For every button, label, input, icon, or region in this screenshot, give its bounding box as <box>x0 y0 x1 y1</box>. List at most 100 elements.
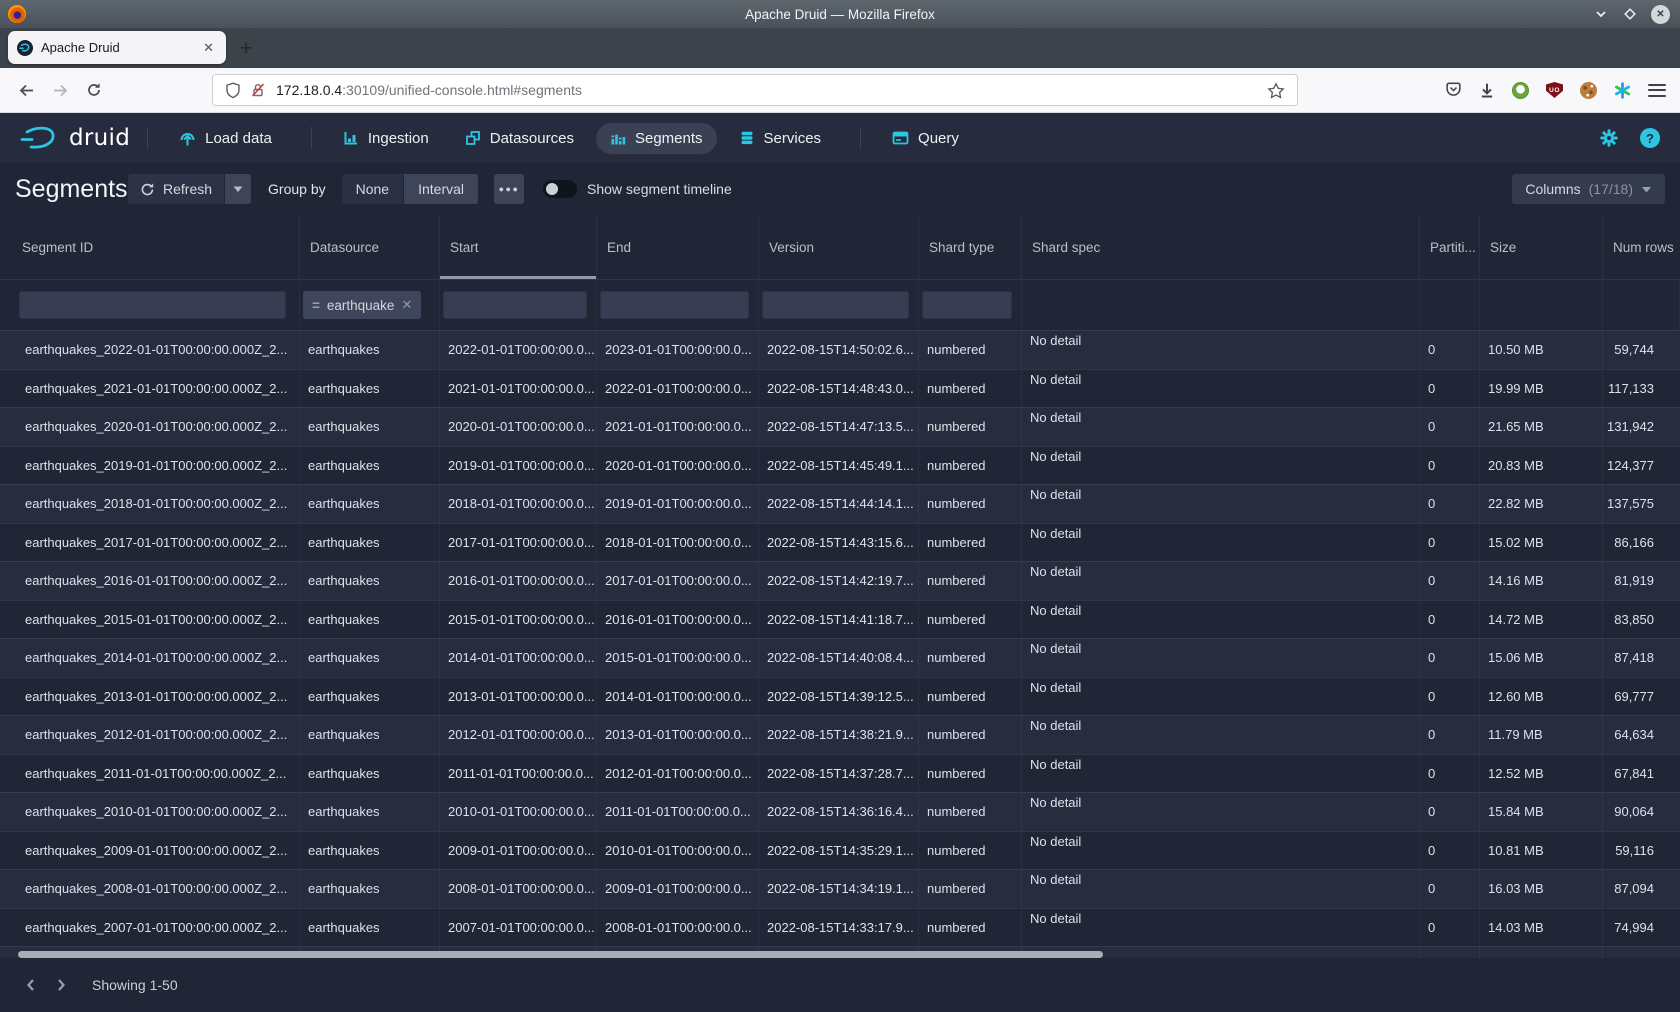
cell-segment-id[interactable]: earthquakes_2022-01-01T00:00:00.000Z_2..… <box>0 331 300 369</box>
nav-item-datasources[interactable]: Datasources <box>451 123 588 154</box>
cell-segment-id[interactable]: earthquakes_2008-01-01T00:00:00.000Z_2..… <box>0 870 300 908</box>
cell-end: 2012-01-01T00:00:00.0... <box>597 755 759 793</box>
nav-item-segments[interactable]: Segments <box>596 123 717 154</box>
remove-filter-icon[interactable]: ✕ <box>401 297 412 313</box>
cell-segment-id[interactable]: earthquakes_2017-01-01T00:00:00.000Z_2..… <box>0 524 300 562</box>
column-header-size[interactable]: Size <box>1480 215 1603 279</box>
refresh-dropdown-button[interactable] <box>225 174 251 204</box>
group-none-button[interactable]: None <box>342 174 403 204</box>
more-options-button[interactable]: ●●● <box>494 174 524 204</box>
insecure-lock-icon[interactable] <box>250 82 266 98</box>
cell-end: 2021-01-01T00:00:00.0... <box>597 408 759 446</box>
cell-datasource: earthquakes <box>300 524 440 562</box>
column-header-version[interactable]: Version <box>759 215 919 279</box>
segment-row: earthquakes_2008-01-01T00:00:00.000Z_2..… <box>0 869 1680 908</box>
tab-apache-druid[interactable]: Apache Druid ✕ <box>8 31 226 64</box>
cell-start: 2018-01-01T00:00:00.0... <box>440 485 597 523</box>
druid-navbar: druid Load data Ingestion Datasources Se… <box>0 113 1680 163</box>
query-icon <box>892 130 909 146</box>
cell-segment-id[interactable]: earthquakes_2019-01-01T00:00:00.000Z_2..… <box>0 447 300 485</box>
cell-segment-id[interactable]: earthquakes_2016-01-01T00:00:00.000Z_2..… <box>0 562 300 600</box>
refresh-button[interactable]: Refresh <box>128 174 224 204</box>
segment-timeline-toggle[interactable] <box>543 180 577 198</box>
cookie-icon[interactable] <box>1580 82 1597 99</box>
next-page-button[interactable] <box>46 970 76 1000</box>
cell-shard-type: numbered <box>919 370 1022 408</box>
column-header-end[interactable]: End <box>597 215 759 279</box>
segments-icon <box>610 130 626 146</box>
help-button[interactable]: ? <box>1640 128 1660 148</box>
cell-start: 2020-01-01T00:00:00.0... <box>440 408 597 446</box>
cell-num-rows: 64,634 <box>1603 716 1680 754</box>
cell-partiti: 0 <box>1420 524 1480 562</box>
settings-gear-icon[interactable] <box>1599 128 1619 148</box>
nav-item-ingestion[interactable]: Ingestion <box>329 123 443 154</box>
nav-item-query[interactable]: Query <box>878 123 973 154</box>
menu-button[interactable] <box>1648 84 1666 97</box>
filter-input-start[interactable] <box>443 291 587 319</box>
cell-partiti: 0 <box>1420 485 1480 523</box>
column-header-num-rows[interactable]: Num rows <box>1603 215 1680 279</box>
new-tab-button[interactable]: + <box>240 38 252 59</box>
privacy-badger-icon[interactable] <box>1512 82 1529 99</box>
cell-segment-id[interactable]: earthquakes_2009-01-01T00:00:00.000Z_2..… <box>0 832 300 870</box>
cell-segment-id[interactable]: earthquakes_2013-01-01T00:00:00.000Z_2..… <box>0 678 300 716</box>
segment-row: earthquakes_2009-01-01T00:00:00.000Z_2..… <box>0 831 1680 870</box>
filter-input-version[interactable] <box>762 291 909 319</box>
columns-button[interactable]: Columns (17/18) <box>1512 174 1665 204</box>
cell-partiti: 0 <box>1420 408 1480 446</box>
cell-segment-id[interactable]: earthquakes_2018-01-01T00:00:00.000Z_2..… <box>0 485 300 523</box>
cell-segment-id[interactable]: earthquakes_2011-01-01T00:00:00.000Z_2..… <box>0 755 300 793</box>
cell-start: 2009-01-01T00:00:00.0... <box>440 832 597 870</box>
cell-end: 2008-01-01T00:00:00.0... <box>597 909 759 947</box>
filter-input-segment-id[interactable] <box>19 291 286 319</box>
cell-segment-id[interactable]: earthquakes_2010-01-01T00:00:00.000Z_2..… <box>0 793 300 831</box>
cell-num-rows: 69,777 <box>1603 678 1680 716</box>
druid-logo[interactable]: druid <box>20 124 130 152</box>
group-interval-button[interactable]: Interval <box>404 174 478 204</box>
ublock-origin-icon[interactable]: UO <box>1546 82 1563 98</box>
cell-segment-id[interactable]: earthquakes_2012-01-01T00:00:00.000Z_2..… <box>0 716 300 754</box>
cell-segment-id[interactable]: earthquakes_2020-01-01T00:00:00.000Z_2..… <box>0 408 300 446</box>
datasource-filter-tag[interactable]: =earthquake✕ <box>303 291 421 319</box>
forward-button[interactable] <box>44 74 76 106</box>
column-header-start[interactable]: Start <box>440 215 597 279</box>
column-header-shard-type[interactable]: Shard type <box>919 215 1022 279</box>
segment-row: earthquakes_2013-01-01T00:00:00.000Z_2..… <box>0 677 1680 716</box>
tab-close-icon[interactable]: ✕ <box>200 40 217 56</box>
cell-segment-id[interactable]: earthquakes_2015-01-01T00:00:00.000Z_2..… <box>0 601 300 639</box>
cell-start: 2021-01-01T00:00:00.0... <box>440 370 597 408</box>
filter-input-end[interactable] <box>600 291 749 319</box>
column-header-segment-id[interactable]: Segment ID <box>0 215 300 279</box>
cell-start: 2013-01-01T00:00:00.0... <box>440 678 597 716</box>
horizontal-scrollbar[interactable] <box>18 951 1103 958</box>
download-icon[interactable] <box>1479 82 1495 98</box>
cell-size <box>1480 947 1603 958</box>
minimize-icon[interactable] <box>1593 6 1609 22</box>
tracking-shield-icon[interactable] <box>225 82 241 99</box>
maximize-icon[interactable] <box>1622 6 1638 22</box>
prev-page-button[interactable] <box>16 970 46 1000</box>
filter-cell-shard-spec <box>1022 280 1420 330</box>
close-window-button[interactable]: ✕ <box>1651 5 1670 24</box>
bookmark-star-icon[interactable] <box>1267 82 1285 99</box>
back-button[interactable] <box>10 74 42 106</box>
columns-label: Columns <box>1525 181 1580 197</box>
reload-button[interactable] <box>78 74 110 106</box>
cell-segment-id[interactable]: earthquakes_2007-01-01T00:00:00.000Z_2..… <box>0 909 300 947</box>
cell-segment-id[interactable]: earthquakes_2014-01-01T00:00:00.000Z_2..… <box>0 639 300 677</box>
url-bar[interactable]: 172.18.0.4:30109/unified-console.html#se… <box>212 74 1298 106</box>
column-header-partiti[interactable]: Partiti... <box>1420 215 1480 279</box>
filter-input-shard-type[interactable] <box>922 291 1012 319</box>
column-header-shard-spec[interactable]: Shard spec <box>1022 215 1420 279</box>
cell-segment-id[interactable]: earthquakes_2021-01-01T00:00:00.000Z_2..… <box>0 370 300 408</box>
cell-partiti: 0 <box>1420 370 1480 408</box>
nav-item-load-data[interactable]: Load data <box>165 123 286 154</box>
pocket-icon[interactable] <box>1445 82 1462 98</box>
column-header-datasource[interactable]: Datasource <box>300 215 440 279</box>
extension-asterisk-icon[interactable] <box>1614 82 1631 99</box>
segment-row: earthquakes_2010-01-01T00:00:00.000Z_2..… <box>0 792 1680 831</box>
window-title: Apache Druid — Mozilla Firefox <box>0 7 1680 22</box>
filter-cell-version <box>759 280 919 330</box>
nav-item-services[interactable]: Services <box>725 123 836 154</box>
